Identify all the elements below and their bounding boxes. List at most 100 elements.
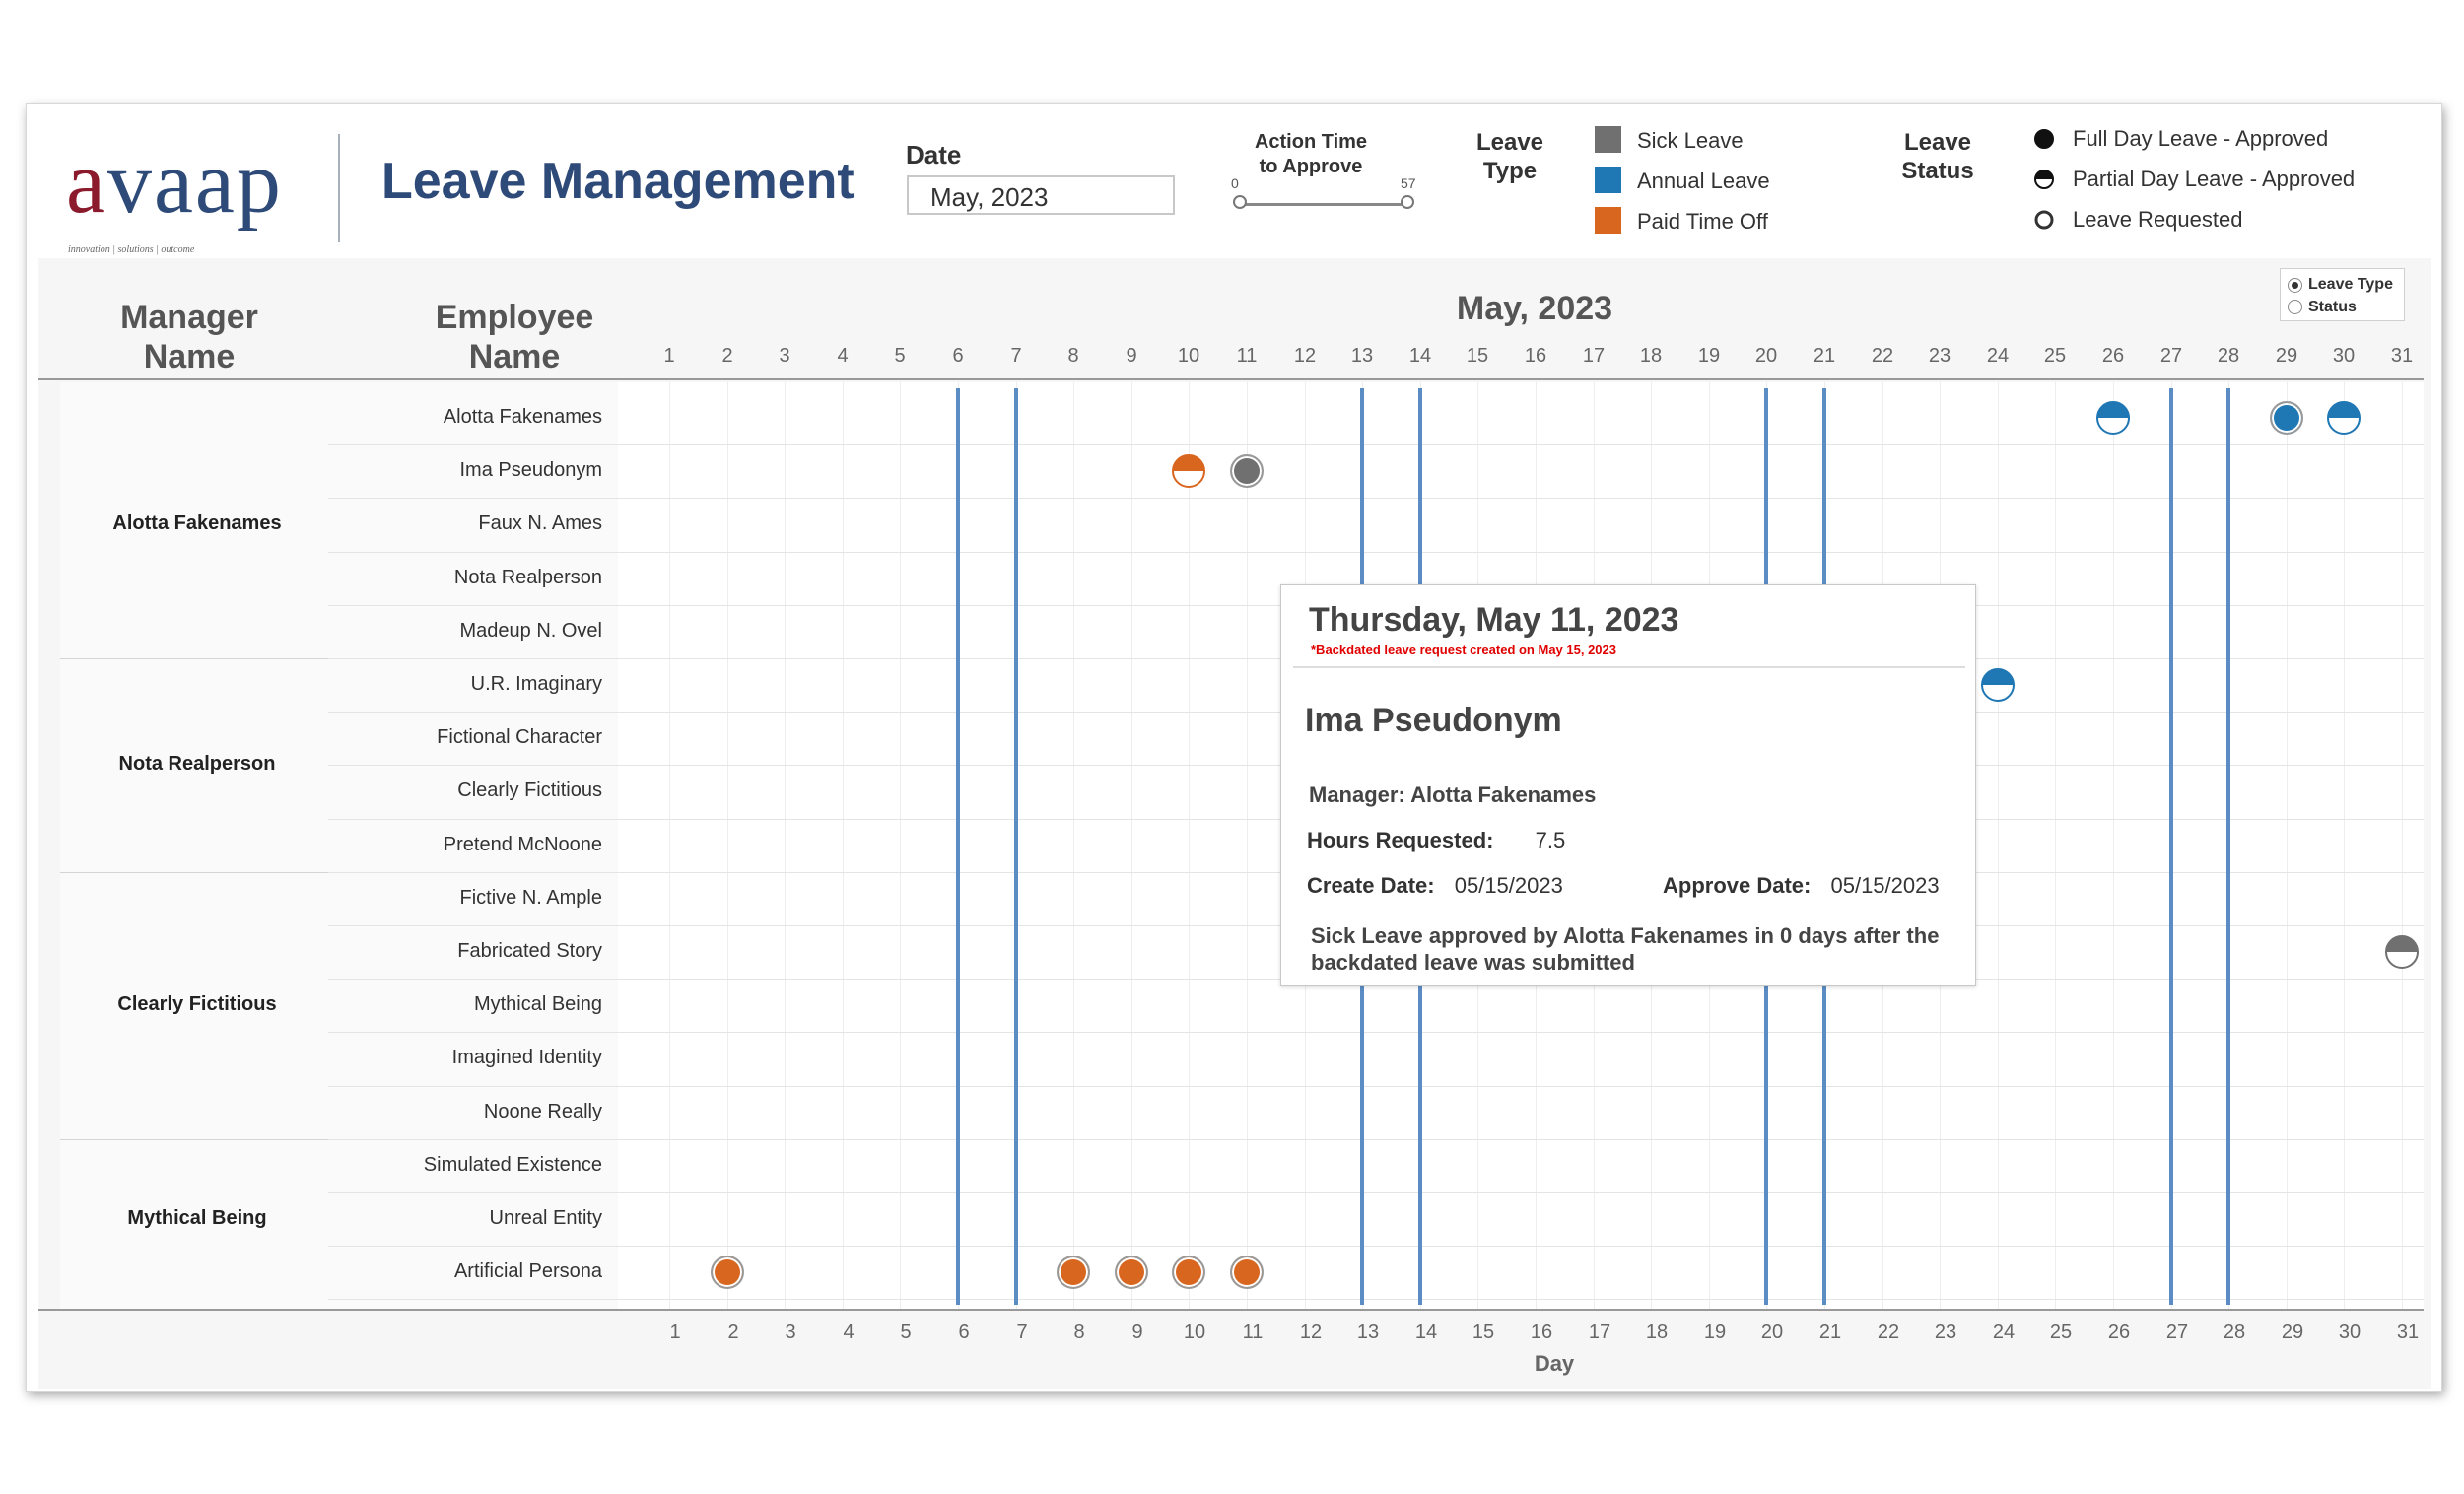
weekend-line [2169, 388, 2173, 1305]
tooltip-hours-value: 7.5 [1535, 828, 1566, 852]
manager-name-header: Manager Name [66, 298, 312, 376]
radio-status[interactable] [2288, 300, 2302, 314]
leave-status-title-line1: Leave [1903, 129, 1972, 156]
day-gridline [2055, 382, 2056, 1309]
day-label-bottom: 17 [1588, 1322, 1611, 1343]
paid-time-off-swatch [1595, 207, 1621, 234]
date-filter-input[interactable]: May, 2023 [907, 175, 1175, 215]
day-gridline [669, 382, 670, 1309]
day-gridline [2344, 382, 2345, 1309]
employee-name[interactable]: Artificial Persona [336, 1260, 602, 1283]
day-label-top: 28 [2217, 345, 2240, 367]
day-label-top: 31 [2390, 345, 2414, 367]
leave-marker[interactable] [1115, 1256, 1148, 1289]
slider-min-handle[interactable] [1233, 195, 1247, 209]
tooltip-create-label: Create Date: [1307, 873, 1435, 898]
tooltip-hours: Hours Requested: 7.5 [1307, 828, 1565, 853]
view-toggle[interactable]: Leave Type Status [2280, 268, 2405, 321]
day-label-bottom: 22 [1877, 1322, 1900, 1343]
tooltip-create-value: 05/15/2023 [1454, 873, 1563, 898]
day-gridline [900, 382, 901, 1309]
day-label-bottom: 12 [1299, 1322, 1323, 1343]
day-label-bottom: 25 [2049, 1322, 2073, 1343]
leave-marker[interactable] [2270, 401, 2303, 435]
row-separator [328, 1246, 2424, 1247]
manager-group-separator [60, 658, 328, 659]
weekend-line [2226, 388, 2230, 1305]
slider-min-label: 0 [1231, 175, 1239, 191]
day-label-bottom: 2 [727, 1322, 739, 1343]
day-label-top: 30 [2332, 345, 2356, 367]
employee-name[interactable]: Faux N. Ames [336, 512, 602, 535]
employee-name[interactable]: Nota Realperson [336, 567, 602, 589]
day-gridline [2113, 382, 2114, 1309]
employee-name[interactable]: Noone Really [336, 1101, 602, 1123]
leave-marker[interactable] [1172, 1256, 1205, 1289]
day-label-bottom: 28 [2223, 1322, 2246, 1343]
manager-name[interactable]: Nota Realperson [74, 753, 320, 776]
manager-name[interactable]: Alotta Fakenames [74, 512, 320, 535]
day-gridline [785, 382, 786, 1309]
legend-leave-requested: Leave Requested [2073, 207, 2243, 232]
leave-marker[interactable] [711, 1256, 744, 1289]
manager-header-line2: Name [143, 338, 236, 375]
legend-full-day: Full Day Leave - Approved [2073, 126, 2329, 151]
employee-name[interactable]: Madeup N. Ovel [336, 620, 602, 643]
action-time-slider-track[interactable] [1239, 203, 1406, 206]
employee-name[interactable]: Simulated Existence [336, 1154, 602, 1177]
tooltip-date: Thursday, May 11, 2023 [1309, 601, 1679, 639]
employee-name-header: Employee Name [386, 298, 643, 376]
day-gridline [2402, 382, 2403, 1309]
employee-name[interactable]: Fictional Character [336, 726, 602, 749]
logo-tagline: innovation | solutions | outcome [68, 244, 195, 255]
day-label-top: 10 [1177, 345, 1200, 367]
leave-marker[interactable] [1172, 454, 1205, 488]
employee-name[interactable]: Clearly Fictitious [336, 780, 602, 802]
manager-name[interactable]: Mythical Being [74, 1207, 320, 1230]
tooltip-backdated-note: *Backdated leave request created on May … [1311, 643, 1616, 657]
row-separator [328, 1192, 2424, 1193]
employee-name[interactable]: Ima Pseudonym [336, 459, 602, 482]
leave-marker[interactable] [2096, 401, 2130, 435]
day-label-top: 1 [663, 345, 675, 367]
day-gridline [1131, 382, 1132, 1309]
tooltip-hours-label: Hours Requested: [1307, 828, 1494, 852]
leave-marker[interactable] [2327, 401, 2361, 435]
half-circle-icon [2034, 170, 2054, 189]
day-label-top: 11 [1236, 345, 1258, 367]
leave-status-title-line2: Status [1901, 158, 1974, 184]
day-label-bottom: 18 [1645, 1322, 1669, 1343]
tooltip-manager-value: Alotta Fakenames [1410, 782, 1597, 807]
leave-marker[interactable] [2385, 935, 2419, 969]
day-label-bottom: 9 [1131, 1322, 1143, 1343]
leave-marker[interactable] [1230, 454, 1264, 488]
leave-marker[interactable] [1057, 1256, 1090, 1289]
day-label-top: 6 [952, 345, 964, 367]
employee-name[interactable]: Unreal Entity [336, 1207, 603, 1230]
leave-marker[interactable] [1981, 668, 2015, 702]
slider-max-handle[interactable] [1401, 195, 1414, 209]
legend-partial-day: Partial Day Leave - Approved [2073, 167, 2356, 191]
leave-status-legend-title: Leave Status [1893, 128, 1982, 185]
radio-label-leave-type[interactable]: Leave Type [2308, 276, 2393, 294]
day-label-bottom: 27 [2165, 1322, 2189, 1343]
employee-name[interactable]: Pretend McNoone [336, 834, 602, 856]
employee-name[interactable]: Fictive N. Ample [336, 887, 602, 910]
manager-name[interactable]: Clearly Fictitious [74, 993, 320, 1016]
employee-name[interactable]: Fabricated Story [336, 940, 602, 963]
employee-name[interactable]: U.R. Imaginary [336, 673, 602, 696]
legend-sick-leave: Sick Leave [1637, 128, 1744, 153]
day-label-bottom: 24 [1992, 1322, 2016, 1343]
day-gridline [2287, 382, 2288, 1309]
employee-name[interactable]: Alotta Fakenames [336, 406, 602, 429]
day-label-top: 24 [1986, 345, 2010, 367]
legend-paid-time-off: Paid Time Off [1637, 209, 1768, 234]
radio-leave-type[interactable] [2288, 278, 2302, 293]
day-gridline [727, 382, 728, 1309]
radio-label-status[interactable]: Status [2308, 299, 2357, 316]
employee-name[interactable]: Imagined Identity [336, 1047, 602, 1069]
leave-marker[interactable] [1230, 1256, 1264, 1289]
tooltip-employee: Ima Pseudonym [1305, 702, 1562, 739]
employee-name[interactable]: Mythical Being [336, 993, 602, 1016]
slider-max-label: 57 [1401, 175, 1416, 191]
